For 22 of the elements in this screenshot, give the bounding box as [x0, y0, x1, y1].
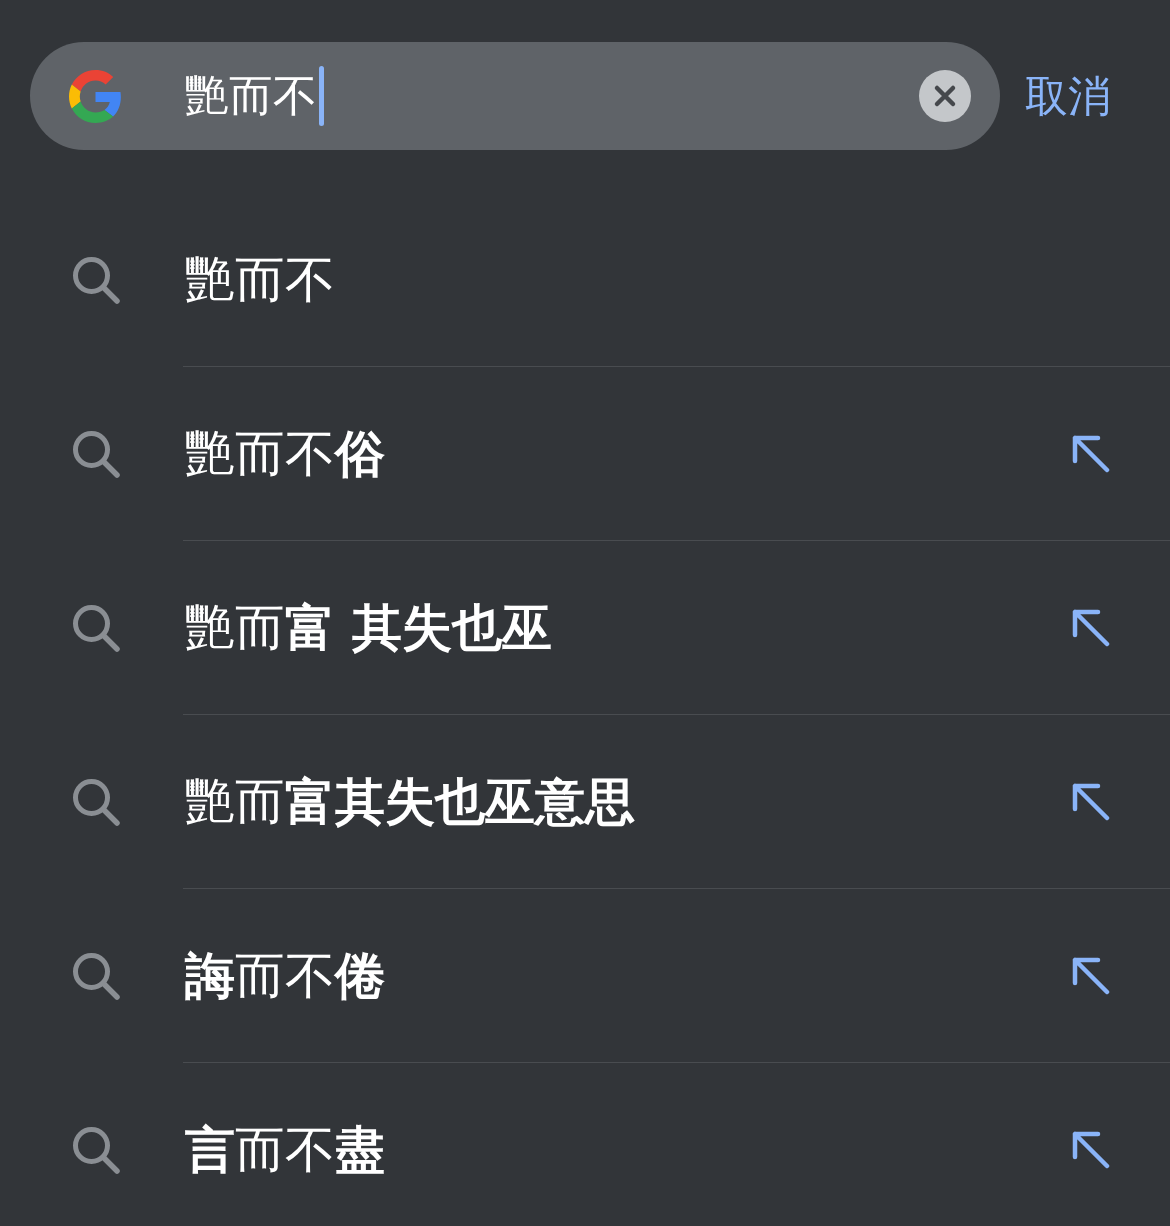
arrow-up-left-icon[interactable] [1072, 1130, 1110, 1169]
search-icon [70, 428, 122, 480]
text-cursor [319, 66, 324, 126]
search-icon [70, 1124, 122, 1176]
arrow-up-left-icon[interactable] [1072, 608, 1110, 647]
suggestion-text[interactable]: 艷而不俗 [185, 422, 385, 485]
search-icon [70, 950, 122, 1002]
suggestion-text[interactable]: 艷而不 [185, 248, 335, 311]
suggestion-text[interactable]: 言而不盡 [185, 1118, 385, 1181]
search-input[interactable]: 艷而不 [185, 66, 919, 126]
suggestion-text[interactable]: 誨而不倦 [185, 944, 385, 1007]
search-icon [70, 254, 122, 306]
cancel-link[interactable]: 取消 [1025, 70, 1111, 122]
search-icon [70, 776, 122, 828]
suggestion-text[interactable]: 艷而富 其失也巫 [185, 596, 553, 659]
clear-icon[interactable] [919, 70, 971, 122]
arrow-up-left-icon[interactable] [1072, 782, 1110, 821]
suggestion-text[interactable]: 艷而富其失也巫意思 [185, 770, 635, 833]
arrow-up-left-icon[interactable] [1072, 956, 1110, 995]
g-logo-icon [69, 69, 122, 123]
search-icon [70, 602, 122, 654]
arrow-up-left-icon[interactable] [1072, 434, 1110, 473]
